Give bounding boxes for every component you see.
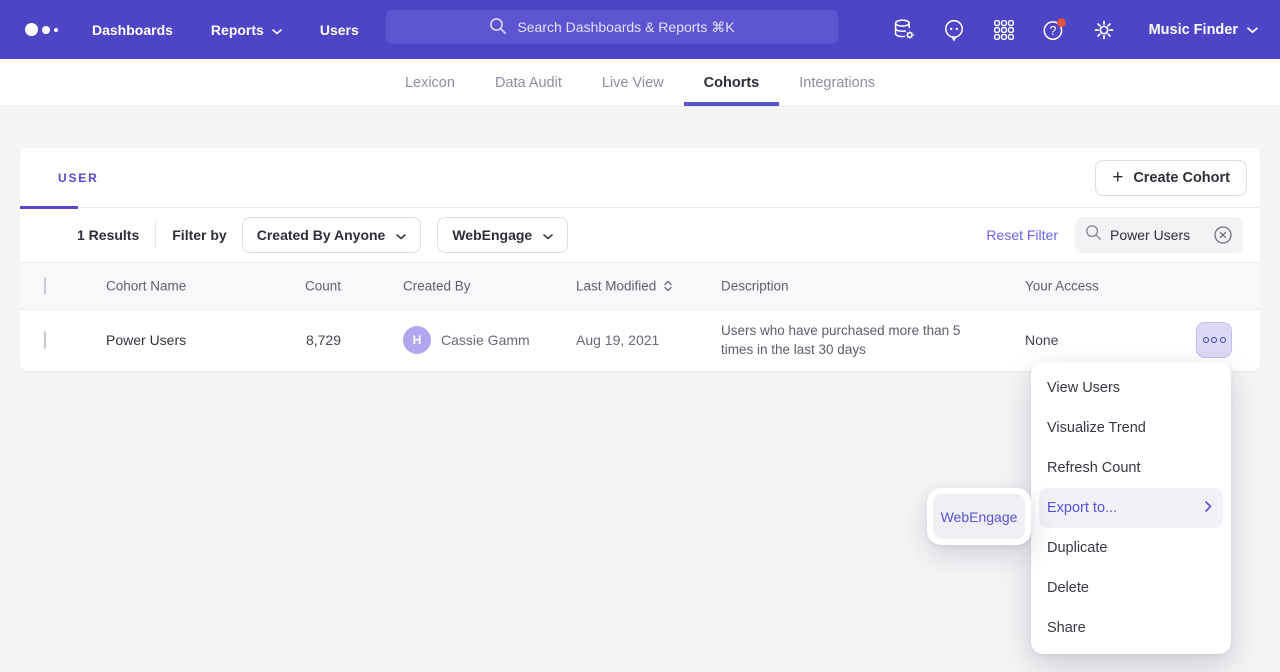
dot-icon [1203,337,1209,343]
submenu-item-webengage[interactable]: WebEngage [933,494,1025,539]
column-header-count[interactable]: Count [250,279,341,294]
search-icon [489,17,507,38]
row-actions-context-menu: View Users Visualize Trend Refresh Count… [1031,362,1231,654]
active-tab-underline [20,206,78,209]
top-nav: Dashboards Reports Users Search Dashboar… [0,0,1280,59]
global-search-bar[interactable]: Search Dashboards & Reports ⌘K [386,10,838,44]
tab-lexicon[interactable]: Lexicon [385,59,475,106]
row-checkbox[interactable] [44,332,46,348]
chevron-down-icon [543,227,553,243]
tab-user-cohorts[interactable]: USER [58,171,99,185]
created-by-cell: H Cassie Gamm [403,326,530,354]
tab-integrations[interactable]: Integrations [779,59,895,106]
global-search-placeholder: Search Dashboards & Reports ⌘K [517,19,734,36]
column-header-description: Description [721,279,979,294]
nav-item-label: Dashboards [92,22,173,38]
logo-dot-large [25,23,38,36]
search-icon [1085,224,1102,246]
menu-item-duplicate[interactable]: Duplicate [1031,528,1231,568]
table-header-row: Cohort Name Count Created By Last Modifi… [20,262,1260,310]
logo-dot-medium [42,26,50,34]
sort-icon [664,281,672,292]
cohort-name[interactable]: Power Users [106,332,186,348]
checkbox [44,278,46,295]
section-tabs: Lexicon Data Audit Live View Cohorts Int… [0,59,1280,107]
nav-right-cluster: ? Music Finder [891,0,1258,59]
clear-search-icon[interactable] [1213,225,1233,245]
nav-item-label: Reports [211,22,264,38]
menu-item-delete[interactable]: Delete [1031,568,1231,608]
row-actions-menu-button[interactable] [1196,322,1232,358]
support-chat-icon[interactable] [941,17,967,43]
project-name: Music Finder [1149,22,1238,38]
notification-badge [1057,18,1066,27]
cohort-description: Users who have purchased more than 5 tim… [721,321,979,359]
create-cohort-label: Create Cohort [1133,170,1230,186]
apps-grid-icon[interactable] [991,17,1017,43]
menu-item-label: Export to... [1047,500,1117,516]
tab-live-view[interactable]: Live View [582,59,684,106]
menu-item-share[interactable]: Share [1031,608,1231,648]
plus-icon: + [1112,168,1123,187]
cohort-search-box [1075,217,1243,253]
created-by-name: Cassie Gamm [441,332,530,348]
data-management-icon[interactable] [891,17,917,43]
vertical-divider [155,222,156,248]
menu-item-visualize-trend[interactable]: Visualize Trend [1031,408,1231,448]
checkbox [44,331,46,349]
chevron-down-icon [396,227,406,243]
cohorts-panel: USER + Create Cohort 1 Results Filter by… [20,148,1260,371]
menu-item-refresh-count[interactable]: Refresh Count [1031,448,1231,488]
svg-text:?: ? [1049,23,1056,37]
your-access-value: None [1025,332,1058,348]
dot-icon [1220,337,1226,343]
select-all-checkbox[interactable] [44,279,46,294]
column-header-your-access: Your Access [1025,279,1099,294]
create-cohort-button[interactable]: + Create Cohort [1095,160,1247,196]
tab-data-audit[interactable]: Data Audit [475,59,582,106]
filter-label: WebEngage [452,227,532,243]
dot-icon [1211,337,1217,343]
logo-dot-small [54,28,58,32]
mixpanel-dots-logo[interactable] [25,23,58,36]
nav-item-label: Users [320,22,359,38]
webengage-filter-dropdown[interactable]: WebEngage [437,217,568,253]
reset-filter-link[interactable]: Reset Filter [986,227,1058,243]
nav-item-reports[interactable]: Reports [211,22,282,38]
filter-toolbar: 1 Results Filter by Created By Anyone We… [20,208,1260,262]
menu-item-export-to[interactable]: Export to... [1039,488,1223,528]
column-header-label: Last Modified [576,279,656,294]
export-submenu: WebEngage [927,488,1031,545]
cohort-count: 8,729 [250,332,341,348]
avatar: H [403,326,431,354]
project-switcher[interactable]: Music Finder [1149,22,1258,38]
nav-item-users[interactable]: Users [320,22,359,38]
nav-links: Dashboards Reports Users [92,22,359,38]
nav-item-dashboards[interactable]: Dashboards [92,22,173,38]
help-icon[interactable]: ? [1041,17,1067,43]
column-header-created-by[interactable]: Created By [403,279,471,294]
last-modified-date: Aug 19, 2021 [576,332,659,348]
chevron-right-icon [1205,500,1212,516]
created-by-filter-dropdown[interactable]: Created By Anyone [242,217,422,253]
menu-item-view-users[interactable]: View Users [1031,368,1231,408]
results-count: 1 Results [77,227,139,243]
filter-label: Created By Anyone [257,227,386,243]
settings-icon[interactable] [1091,17,1117,43]
chevron-down-icon [272,22,282,38]
column-header-last-modified[interactable]: Last Modified [576,279,672,294]
panel-header: USER + Create Cohort [20,148,1260,208]
column-header-cohort-name[interactable]: Cohort Name [106,279,186,294]
cohort-search-input[interactable] [1110,227,1204,243]
table-row[interactable]: Power Users 8,729 H Cassie Gamm Aug 19, … [20,310,1260,370]
tab-cohorts[interactable]: Cohorts [684,59,780,106]
filter-by-label: Filter by [172,227,226,243]
chevron-down-icon [1247,22,1258,38]
